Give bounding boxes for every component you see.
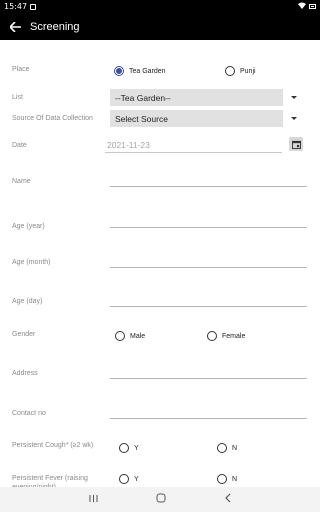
place-label: Place <box>12 66 30 73</box>
arrow-left-icon[interactable] <box>0 13 30 40</box>
fever-no-radio[interactable]: N <box>217 474 237 484</box>
gender-option-male: Male <box>130 332 146 340</box>
name-label: Name <box>12 178 31 185</box>
fever-option-no: N <box>232 475 238 483</box>
app-bar: Screening <box>0 13 320 40</box>
address-input[interactable] <box>110 378 307 379</box>
fever-yes-radio[interactable]: Y <box>119 474 139 484</box>
contact-input[interactable] <box>110 418 307 419</box>
radio-unchecked-icon <box>119 443 129 453</box>
gender-male-radio[interactable]: Male <box>115 331 145 341</box>
date-input[interactable]: 2021-11-23 <box>107 140 150 150</box>
cough-option-no: N <box>232 444 238 452</box>
radio-unchecked-icon <box>207 331 217 341</box>
radio-unchecked-icon <box>119 474 129 484</box>
age-year-label: Age (year) <box>12 223 45 230</box>
radio-unchecked-icon <box>217 443 227 453</box>
status-bar: 15:47 <box>0 0 320 13</box>
nav-back-icon[interactable] <box>224 493 231 506</box>
notification-icon <box>30 3 37 10</box>
cough-label: Persistent Cough* (≥2 wk) <box>12 442 94 449</box>
cough-option-yes: Y <box>134 444 139 452</box>
place-option-punji: Punji <box>240 67 256 75</box>
date-underline <box>105 152 282 153</box>
home-icon[interactable] <box>156 493 166 506</box>
radio-checked-icon <box>114 66 124 76</box>
name-input[interactable] <box>110 186 307 187</box>
age-day-label: Age (day) <box>12 298 43 305</box>
wifi-icon <box>298 2 306 11</box>
fever-option-yes: Y <box>134 475 139 483</box>
gender-female-radio[interactable]: Female <box>207 331 245 341</box>
gender-label: Gender <box>12 331 36 338</box>
battery-icon <box>309 4 316 9</box>
age-month-label: Age (month) <box>12 259 51 266</box>
page-title: Screening <box>30 20 80 33</box>
source-dropdown-icon[interactable] <box>291 117 297 120</box>
recents-icon[interactable] <box>89 494 98 506</box>
list-select[interactable]: --Tea Garden-- <box>110 89 283 106</box>
age-month-input[interactable] <box>110 267 307 268</box>
gender-option-female: Female <box>222 332 246 340</box>
system-nav-bar <box>0 487 320 512</box>
source-label: Source Of Data Collection <box>12 115 93 122</box>
place-punji-radio[interactable]: Punji <box>225 66 256 76</box>
calendar-icon[interactable] <box>289 137 303 151</box>
place-tea-garden-radio[interactable]: Tea Garden <box>114 66 166 76</box>
date-label: Date <box>12 142 27 149</box>
status-time: 15:47 <box>4 2 28 11</box>
list-dropdown-icon[interactable] <box>291 96 297 99</box>
status-icons <box>298 2 316 11</box>
address-label: Address <box>12 370 38 377</box>
place-option-tea-garden: Tea Garden <box>129 67 166 75</box>
list-label: List <box>12 94 23 101</box>
age-day-input[interactable] <box>110 306 307 307</box>
radio-unchecked-icon <box>217 474 227 484</box>
cough-no-radio[interactable]: N <box>217 443 237 453</box>
contact-label: Contact no <box>12 410 46 417</box>
radio-unchecked-icon <box>225 66 235 76</box>
fever-label: Persistent Fever (raising evening/night) <box>12 475 88 487</box>
age-year-input[interactable] <box>110 227 307 228</box>
source-select[interactable]: Select Source <box>110 110 283 127</box>
screening-screen: 15:47 Screening Place Tea Garden Punji L… <box>0 0 320 512</box>
radio-unchecked-icon <box>115 331 125 341</box>
cough-yes-radio[interactable]: Y <box>119 443 139 453</box>
